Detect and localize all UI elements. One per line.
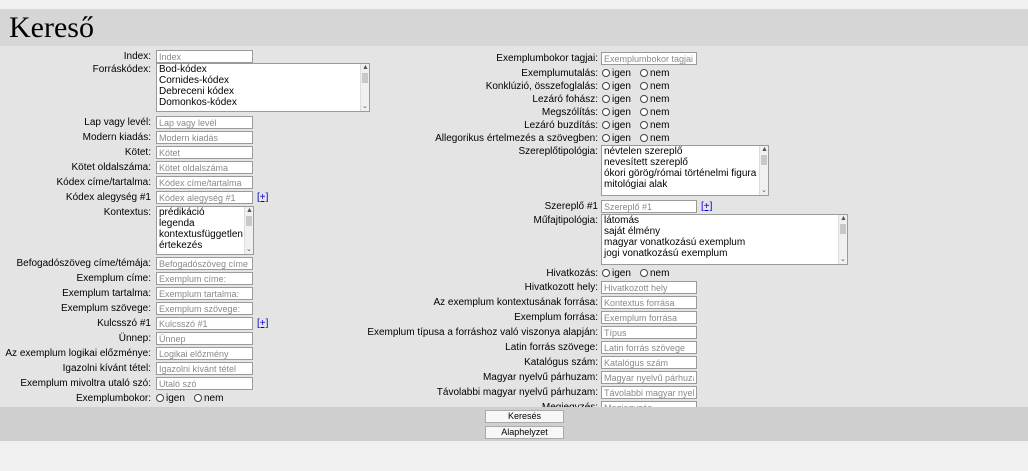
exforras-label: Exemplum forrása:: [514, 312, 598, 323]
tipus-label: Exemplum típusa a forráshoz való viszony…: [367, 327, 598, 338]
oldalszam-label: Kötet oldalszáma:: [71, 162, 152, 173]
page-footer-area: [0, 441, 1028, 471]
utalas-yes-radio[interactable]: igen: [602, 67, 631, 81]
mufaj-label: Műfajtipológia:: [533, 215, 598, 226]
katalogus-label: Katalógus szám:: [524, 357, 598, 368]
listbox-scrollbar[interactable]: ▲ ⌄: [759, 146, 768, 195]
megszolitas-label: Megszólítás:: [541, 107, 598, 118]
list-option[interactable]: jogi vonatkozású exemplum: [602, 248, 847, 259]
katalogus-input[interactable]: [601, 356, 697, 369]
buzditas-label: Lezáró buzdítás:: [524, 120, 598, 131]
szereplo-input[interactable]: [601, 200, 697, 213]
hivatkozas-no-radio[interactable]: nem: [640, 267, 669, 281]
kodexcim-label: Kódex címe/tartalma:: [56, 177, 151, 188]
page-header: Kereső: [0, 9, 1028, 46]
konkluzio-row: Konklúzió, összefoglalás: igen nem: [0, 80, 700, 94]
scroll-down-icon[interactable]: ⌄: [761, 187, 767, 195]
list-option[interactable]: ókori görög/római történelmi figura: [602, 168, 768, 179]
tipus-input[interactable]: [601, 326, 697, 339]
button-bar: Keresés Alaphelyzet: [0, 407, 1028, 441]
szereplo-row: Szereplő #1 [+]: [0, 200, 720, 214]
utalas-label: Exemplumutalás:: [521, 68, 598, 79]
bokortagjai-label: Exemplumbokor tagjai:: [496, 53, 598, 64]
allegorikus-row: Allegorikus értelmezés a szövegben: igen…: [0, 132, 700, 146]
reset-button[interactable]: Alaphelyzet: [485, 426, 564, 439]
list-option[interactable]: mitológiai alak: [602, 179, 768, 190]
magyarpar-label: Magyar nyelvű párhuzam:: [482, 372, 598, 383]
list-option[interactable]: értekezés: [157, 240, 253, 251]
megszolitas-yes-radio[interactable]: igen: [602, 106, 631, 120]
allegorikus-yes-radio[interactable]: igen: [602, 132, 631, 146]
list-option[interactable]: saját élmény: [602, 226, 847, 237]
list-option[interactable]: nevesített szereplő: [602, 157, 768, 168]
list-option[interactable]: névtelen szereplő: [602, 146, 768, 157]
magyarpar-input[interactable]: [601, 371, 697, 384]
mufaj-listbox[interactable]: látomás saját élmény magyar vonatkozású …: [601, 214, 848, 265]
kodexcim-input[interactable]: [156, 176, 253, 189]
tavolabbi-row: Távolabbi magyar nyelvű párhuzam:: [0, 386, 700, 400]
list-option[interactable]: kontextusfüggetlen: [157, 229, 253, 240]
buzditas-yes-radio[interactable]: igen: [602, 119, 631, 133]
fohasz-row: Lezáró fohász: igen nem: [0, 93, 700, 107]
search-button[interactable]: Keresés: [485, 410, 564, 423]
mufaj-row: Műfajtipológia:: [0, 214, 600, 228]
katalogus-row: Katalógus szám:: [0, 356, 700, 370]
konkluzio-label: Konklúzió, összefoglalás:: [485, 81, 598, 92]
bokortagjai-row: Exemplumbokor tagjai:: [0, 52, 700, 66]
list-option[interactable]: látomás: [602, 215, 847, 226]
szereplo-label: Szereplő #1: [544, 201, 598, 212]
exforras-row: Exemplum forrása:: [0, 311, 700, 325]
scroll-up-icon[interactable]: ▲: [761, 146, 768, 154]
tavolabbi-input[interactable]: [601, 386, 697, 399]
kontforras-input[interactable]: [601, 296, 697, 309]
hivhely-row: Hivatkozott hely:: [0, 281, 700, 295]
konkluzio-no-radio[interactable]: nem: [640, 80, 669, 94]
scroll-down-icon[interactable]: ⌄: [246, 246, 252, 254]
hivatkozas-yes-radio[interactable]: igen: [602, 267, 631, 281]
kodexcim-row: Kódex címe/tartalma:: [0, 176, 260, 190]
scroll-down-icon[interactable]: ⌄: [840, 256, 846, 264]
add-szereplo-link[interactable]: [+]: [701, 200, 712, 214]
tipus-row: Exemplum típusa a forráshoz való viszony…: [0, 326, 700, 340]
search-form: Index: Forráskódex: Bod-kódex Cornides-k…: [0, 46, 1028, 414]
allegorikus-label: Allegorikus értelmezés a szövegben:: [435, 133, 598, 144]
magyarpar-row: Magyar nyelvű párhuzam:: [0, 371, 700, 385]
page-title: Kereső: [9, 11, 94, 44]
szereplotip-listbox[interactable]: névtelen szereplő nevesített szereplő ók…: [601, 145, 769, 196]
fohasz-label: Lezáró fohász:: [532, 94, 598, 105]
buzditas-row: Lezáró buzdítás: igen nem: [0, 119, 700, 133]
listbox-scrollbar[interactable]: ▲ ⌄: [838, 215, 847, 264]
fohasz-no-radio[interactable]: nem: [640, 93, 669, 107]
latin-row: Latin forrás szövege:: [0, 341, 700, 355]
kontforras-row: Az exemplum kontextusának forrása:: [0, 296, 700, 310]
konkluzio-yes-radio[interactable]: igen: [602, 80, 631, 94]
buzditas-no-radio[interactable]: nem: [640, 119, 669, 133]
utalas-no-radio[interactable]: nem: [640, 67, 669, 81]
megszolitas-row: Megszólítás: igen nem: [0, 106, 700, 120]
list-option[interactable]: magyar vonatkozású exemplum: [602, 237, 847, 248]
hivhely-input[interactable]: [601, 281, 697, 294]
szereplotip-row: Szereplőtipológia:: [0, 145, 600, 159]
tavolabbi-label: Távolabbi magyar nyelvű párhuzam:: [436, 387, 598, 398]
allegorikus-no-radio[interactable]: nem: [640, 132, 669, 146]
kontforras-label: Az exemplum kontextusának forrása:: [433, 297, 598, 308]
hivhely-label: Hivatkozott hely:: [524, 282, 598, 293]
latin-label: Latin forrás szövege:: [505, 342, 598, 353]
hivatkozas-label: Hivatkozás:: [546, 268, 598, 279]
megszolitas-no-radio[interactable]: nem: [640, 106, 669, 120]
bokortagjai-input[interactable]: [601, 52, 697, 65]
exforras-input[interactable]: [601, 311, 697, 324]
fohasz-yes-radio[interactable]: igen: [602, 93, 631, 107]
scroll-up-icon[interactable]: ▲: [840, 215, 847, 223]
szereplotip-label: Szereplőtipológia:: [518, 146, 599, 157]
oldalszam-row: Kötet oldalszáma:: [0, 161, 260, 175]
latin-input[interactable]: [601, 341, 697, 354]
utalas-row: Exemplumutalás: igen nem: [0, 67, 700, 81]
hivatkozas-row: Hivatkozás: igen nem: [0, 267, 700, 281]
oldalszam-input[interactable]: [156, 161, 253, 174]
